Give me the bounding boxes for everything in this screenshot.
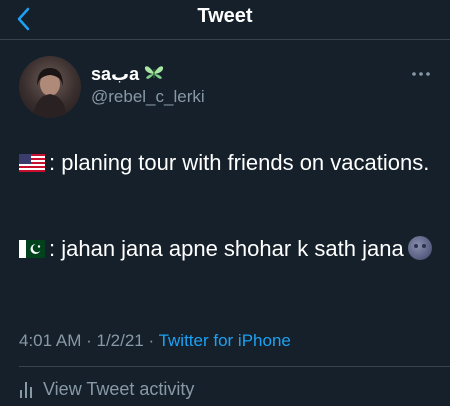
bar-chart-icon: [20, 382, 32, 398]
tweet-text-2: : jahan jana apne shohar k sath jana: [49, 236, 404, 261]
view-tweet-activity-button[interactable]: View Tweet activity: [19, 378, 194, 400]
tweet-meta: 4:01 AM · 1/2/21 · Twitter for iPhone: [19, 330, 291, 352]
divider: [19, 366, 450, 367]
meta-separator: ·: [86, 331, 97, 350]
meta-separator: ·: [148, 331, 159, 350]
us-flag-icon: [19, 154, 45, 172]
more-options-button[interactable]: [411, 66, 431, 76]
author-name[interactable]: saبa: [91, 63, 164, 85]
tweet-text-line1: : planing tour with friends on vacations…: [19, 146, 439, 179]
tweet-time: 4:01 AM: [19, 331, 82, 350]
tweet-date: 1/2/21: [96, 331, 144, 350]
tweet-text-1: : planing tour with friends on vacations…: [49, 150, 430, 175]
pakistan-flag-icon: [19, 240, 45, 258]
tweet-source-link[interactable]: Twitter for iPhone: [159, 331, 291, 350]
top-bar: Tweet: [0, 0, 450, 40]
moon-face-icon: [407, 236, 432, 260]
avatar-image: [33, 68, 67, 118]
avatar[interactable]: [19, 56, 81, 118]
author-handle[interactable]: @rebel_c_lerki: [91, 87, 205, 107]
view-tweet-activity-label: View Tweet activity: [43, 379, 195, 399]
butterfly-icon: [145, 66, 164, 79]
author-name-text: saبa: [91, 64, 140, 84]
more-options-icon: [412, 72, 430, 76]
page-title: Tweet: [197, 5, 253, 27]
tweet-text-line2: : jahan jana apne shohar k sath jana: [19, 232, 439, 265]
